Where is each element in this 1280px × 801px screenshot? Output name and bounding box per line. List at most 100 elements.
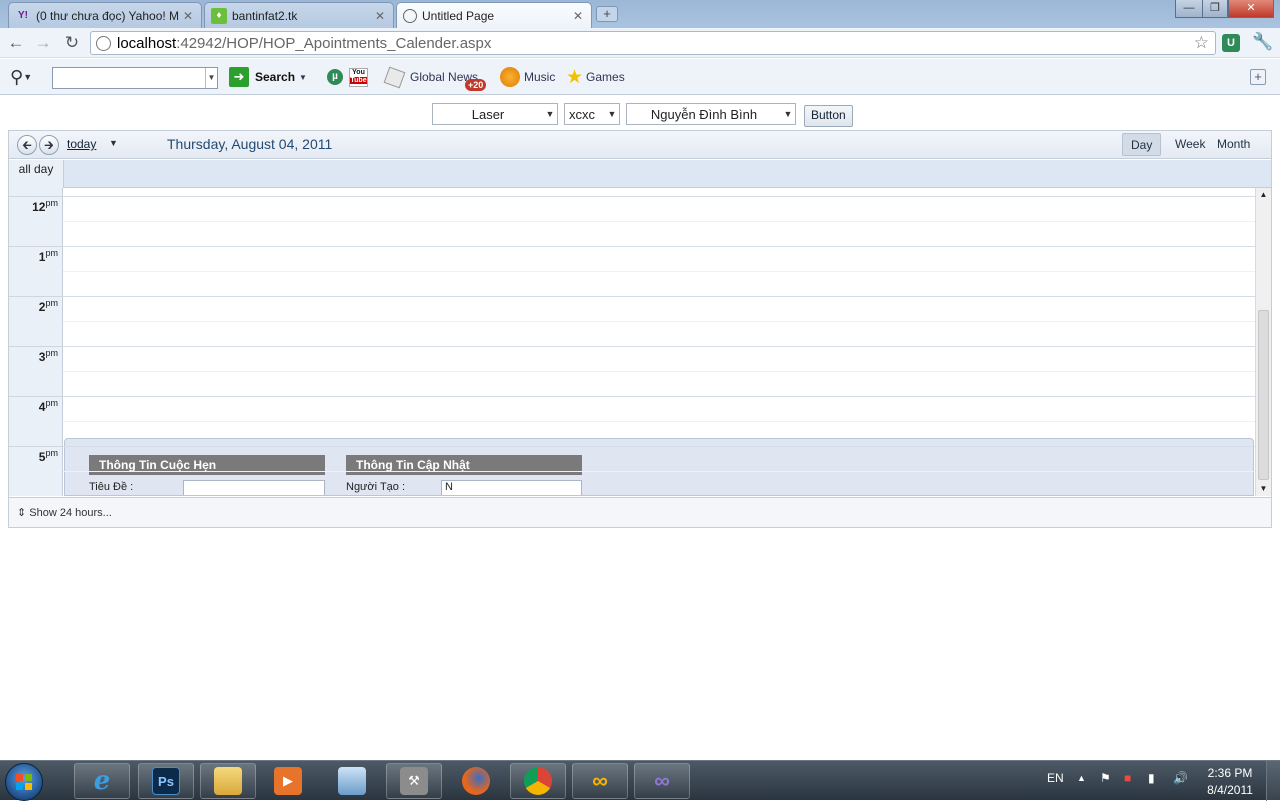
network-icon[interactable]: ▮ [1148, 771, 1155, 785]
extension-icon[interactable]: U [1222, 34, 1240, 52]
today-link[interactable]: today [67, 137, 96, 151]
scheduler-scrollbar[interactable]: ▲ ▼ [1255, 188, 1271, 496]
reload-icon[interactable]: ↻ [62, 33, 82, 53]
chrome-icon [524, 767, 552, 795]
clock[interactable]: 2:36 PM 8/4/2011 [1206, 766, 1254, 797]
tools-taskbar-button[interactable]: ⚒ [386, 763, 442, 799]
person-select[interactable]: Nguyễn Đình Bình ▼ [626, 103, 796, 125]
youtube-icon[interactable]: You Tube [349, 59, 368, 95]
hour-label: 1pm [38, 248, 58, 264]
hour-label: 12pm [32, 198, 58, 214]
address-bar[interactable]: localhost:42942/HOP/HOP_Apointments_Cale… [90, 31, 1216, 55]
music-icon [500, 67, 520, 87]
globe-icon [403, 9, 417, 23]
tab-bantinfat2[interactable]: ♦ bantinfat2.tk ✕ [204, 2, 394, 28]
folder-icon [214, 767, 242, 795]
app-cube-taskbar-button[interactable] [324, 763, 380, 799]
photoshop-taskbar-button[interactable]: Ps [138, 763, 194, 799]
visual-studio-taskbar-button[interactable]: ∞ [572, 763, 628, 799]
global-news-button[interactable]: Global News [383, 59, 478, 95]
hour-gridline [63, 196, 1255, 197]
allday-cell[interactable] [63, 160, 1271, 187]
new-tab-button[interactable]: + [596, 6, 618, 22]
room-select[interactable]: xcxc ▼ [564, 103, 620, 125]
add-toolbar-icon[interactable]: + [1250, 69, 1266, 85]
next-day-button[interactable]: 🡲 [39, 135, 59, 155]
hour-gridline [63, 246, 1255, 247]
maximize-button[interactable]: ❐ [1202, 0, 1228, 18]
scheduler: 🡰 🡲 today ▼ Thursday, August 04, 2011 Da… [8, 130, 1272, 528]
clock-date: 8/4/2011 [1207, 783, 1253, 797]
close-tab-icon[interactable]: ✕ [373, 9, 387, 23]
ie-icon: e [93, 766, 111, 796]
chrome-taskbar-button[interactable] [510, 763, 566, 799]
hour-label: 5pm [38, 448, 58, 464]
scroll-up-icon[interactable]: ▲ [1256, 188, 1271, 202]
close-tab-icon[interactable]: ✕ [181, 9, 195, 23]
firefox-taskbar-button[interactable] [448, 763, 504, 799]
toolbar-search-button[interactable]: ➜ Search ▼ [229, 59, 307, 95]
tab-title: (0 thư chưa đọc) Yahoo! M [36, 8, 180, 23]
tab-yahoo-mail[interactable]: Y! (0 thư chưa đọc) Yahoo! M ✕ [8, 2, 202, 28]
submit-button[interactable]: Button [804, 105, 853, 127]
tab-month[interactable]: Month [1209, 133, 1258, 156]
tab-day[interactable]: Day [1122, 133, 1162, 156]
scroll-down-icon[interactable]: ▼ [1256, 482, 1271, 496]
close-window-button[interactable]: ✕ [1228, 0, 1274, 18]
explorer-taskbar-button[interactable] [200, 763, 256, 799]
search-label: Search [255, 70, 296, 84]
time-column-divider [9, 296, 63, 297]
utorrent-icon[interactable]: µ [327, 59, 343, 95]
chevron-down-icon[interactable]: ▼ [109, 138, 118, 148]
allday-row: all day [9, 160, 1271, 188]
tab-untitled-page[interactable]: Untitled Page ✕ [396, 2, 592, 28]
firefox-icon [462, 767, 490, 795]
forward-icon[interactable]: → [33, 33, 53, 53]
half-hour-gridline [63, 471, 1255, 472]
hour-gridline [63, 446, 1255, 447]
hour-gridline [63, 346, 1255, 347]
url-text[interactable]: localhost:42942/HOP/HOP_Apointments_Cale… [117, 35, 491, 52]
back-icon[interactable]: ← [6, 33, 26, 53]
windows-logo-icon [16, 774, 32, 790]
show-24-hours-link[interactable]: ⇕ Show 24 hours... [17, 506, 112, 519]
media-player-taskbar-button[interactable]: ▶ [260, 763, 316, 799]
toolbar-search-input[interactable]: ▼ [52, 67, 218, 89]
yahoo-icon: Y! [18, 9, 28, 21]
games-button[interactable]: ★ Games [566, 59, 625, 95]
hour-label: 4pm [38, 398, 58, 414]
language-indicator[interactable]: EN [1047, 771, 1064, 785]
title-input[interactable] [183, 480, 325, 495]
photoshop-icon: Ps [152, 767, 180, 795]
flag-icon[interactable]: ⚑ [1100, 771, 1111, 785]
wrench-icon[interactable]: 🔧 [1252, 32, 1273, 52]
previous-day-button[interactable]: 🡰 [17, 135, 37, 155]
start-button[interactable] [5, 763, 43, 801]
close-tab-icon[interactable]: ✕ [571, 9, 585, 23]
tab-title: Untitled Page [422, 9, 495, 23]
star-icon: ★ [566, 66, 584, 88]
time-column-divider [9, 396, 63, 397]
scheduler-header: 🡰 🡲 today ▼ Thursday, August 04, 2011 Da… [9, 131, 1271, 159]
page-info-icon[interactable] [96, 35, 111, 51]
volume-icon[interactable]: 🔊 [1173, 771, 1188, 785]
tray-expand-icon[interactable]: ▲ [1077, 773, 1086, 783]
games-label: Games [586, 70, 625, 84]
show-desktop-button[interactable] [1266, 761, 1280, 801]
minimize-button[interactable]: — [1175, 0, 1203, 18]
scroll-thumb[interactable] [1258, 310, 1269, 480]
chevron-down-icon: ▼ [607, 109, 617, 119]
ie-taskbar-button[interactable]: e [74, 763, 130, 799]
visual-studio-2-taskbar-button[interactable]: ∞ [634, 763, 690, 799]
search-icon[interactable]: ⚲ ▼ [10, 59, 32, 95]
creator-input[interactable]: N [441, 480, 582, 495]
tab-strip: Y! (0 thư chưa đọc) Yahoo! M ✕ ♦ bantinf… [0, 0, 1280, 28]
chevron-down-icon[interactable]: ▼ [205, 68, 217, 88]
half-hour-gridline [63, 421, 1255, 422]
equipment-select[interactable]: Laser ▼ [432, 103, 558, 125]
security-icon[interactable]: ■ [1124, 771, 1131, 785]
tab-week[interactable]: Week [1167, 133, 1213, 156]
bookmark-star-icon[interactable]: ☆ [1194, 33, 1209, 53]
taskbar: e Ps ▶ ⚒ ∞ ∞ EN ▲ ⚑ ■ ▮ 🔊 2:36 PM 8/4/20… [0, 760, 1280, 801]
music-button[interactable]: Music [500, 59, 555, 95]
